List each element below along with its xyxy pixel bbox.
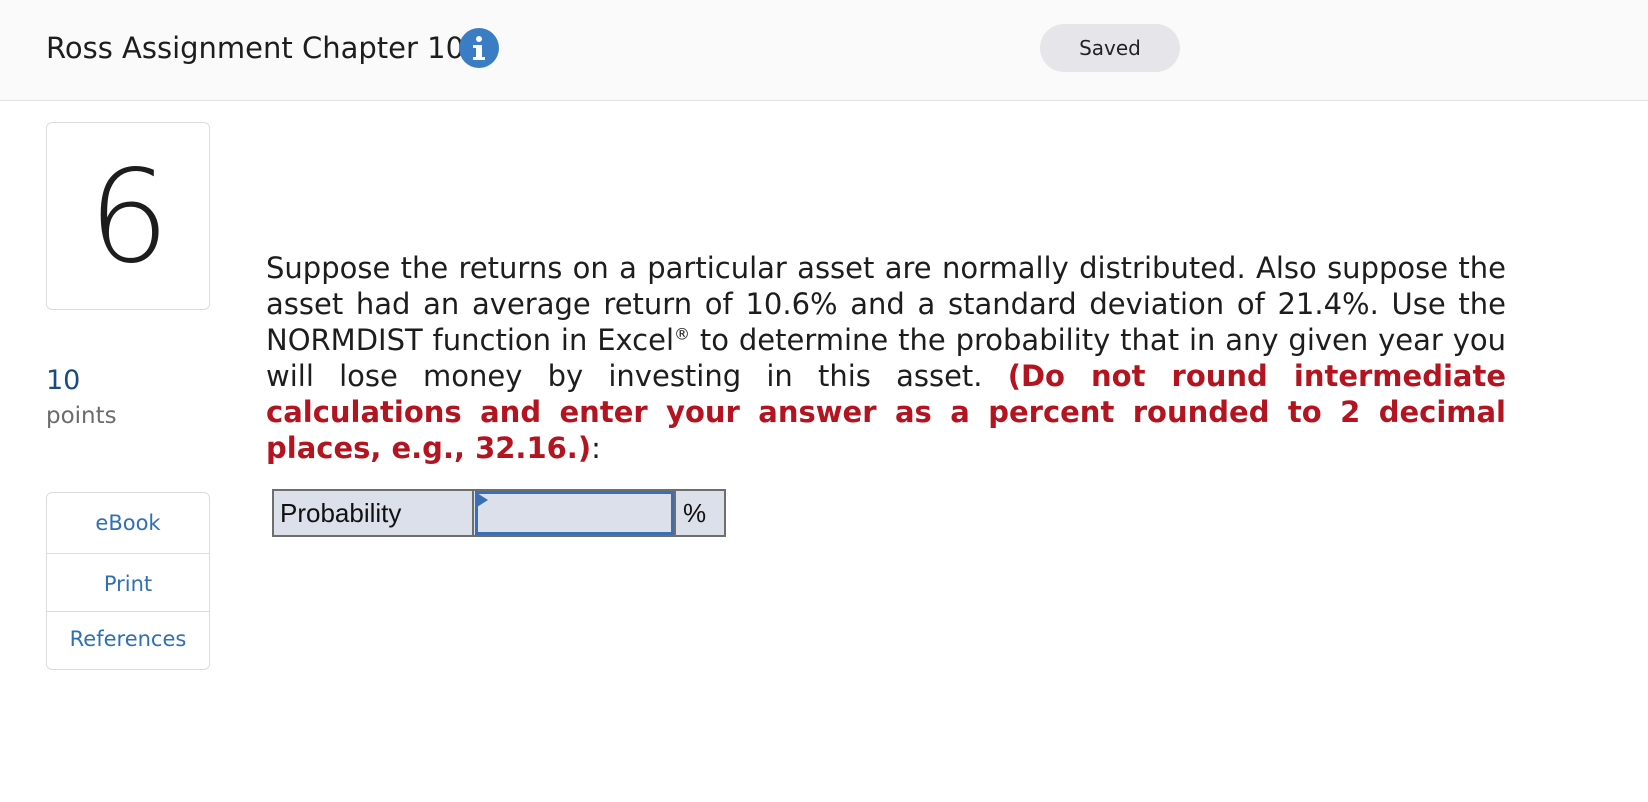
save-status-badge: Saved [1040, 24, 1180, 72]
question-text-trailing: : [591, 431, 601, 465]
info-icon[interactable] [459, 28, 499, 68]
info-icon-dot [476, 36, 482, 42]
question-number-box: 6 [46, 122, 210, 310]
references-link[interactable]: References [47, 625, 209, 653]
info-icon-foot [473, 57, 485, 60]
input-flag-icon [477, 493, 488, 507]
resource-divider [47, 611, 209, 612]
probability-label: Probability [274, 491, 474, 535]
resource-links-panel: eBook Print References [46, 492, 210, 670]
resource-divider [47, 553, 209, 554]
question-text: Suppose the returns on a particular asse… [266, 250, 1506, 466]
assignment-title: Ross Assignment Chapter 10 [46, 31, 465, 65]
registered-trademark: ® [674, 324, 691, 344]
answer-table: Probability % [272, 489, 726, 537]
question-number: 6 [88, 143, 170, 292]
points-value: 10 [46, 365, 81, 396]
points-label: points [46, 403, 117, 429]
percent-unit: % [674, 491, 724, 535]
ebook-link[interactable]: eBook [47, 509, 209, 537]
probability-input[interactable] [475, 491, 674, 535]
print-link[interactable]: Print [47, 570, 209, 598]
assignment-header: Ross Assignment Chapter 10 Saved [0, 0, 1648, 101]
